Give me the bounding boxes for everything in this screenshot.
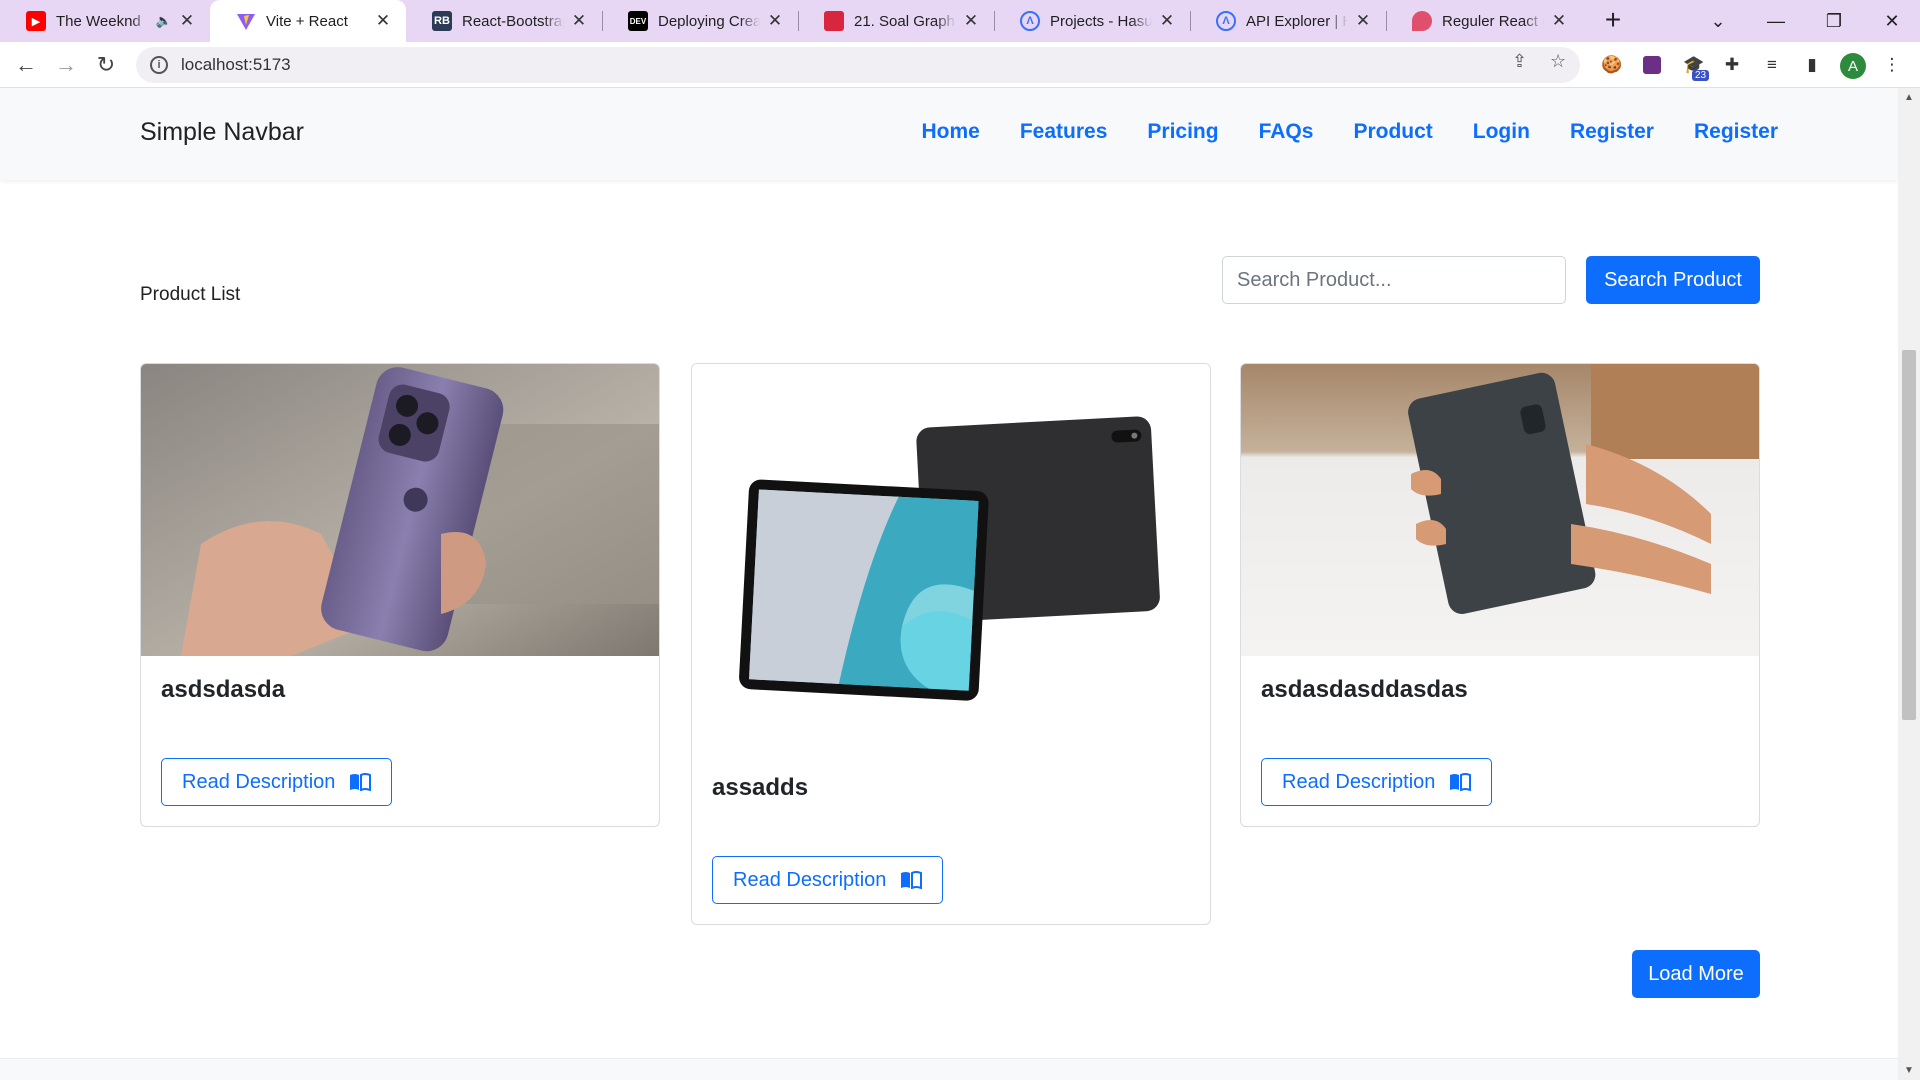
product-image-phone [141,364,659,656]
close-icon[interactable]: ✕ [570,11,588,31]
pin-icon [1412,11,1432,31]
profile-avatar[interactable]: A [1840,53,1866,79]
browser-toolbar: ← → ↻ i localhost:5173 ⇪ ☆ 🍪 🎓 23 ✚ ≡ ▮ … [0,42,1920,88]
vite-icon [236,11,256,31]
nav-link-pricing[interactable]: Pricing [1147,120,1218,144]
nav-link-register[interactable]: Register [1570,120,1654,144]
site-navbar: Simple Navbar Home Features Pricing FAQs… [0,88,1898,180]
close-icon[interactable]: ✕ [1158,11,1176,31]
minimize-button[interactable]: — [1748,0,1804,42]
search-product-button[interactable]: Search Product [1586,256,1760,304]
share-icon[interactable]: ⇪ [1512,51,1527,72]
nav-link-product[interactable]: Product [1353,120,1432,144]
speaker-muted-icon[interactable]: 🔈 [156,13,172,29]
youtube-icon: ▶ [26,11,46,31]
browser-tab-strip: ▶ The Weeknd 🔈 ✕ Vite + React ✕ RB React… [0,0,1920,42]
close-icon[interactable]: ✕ [766,11,784,31]
nav-link-faqs[interactable]: FAQs [1259,120,1314,144]
extension-icon[interactable] [1640,53,1664,77]
hasura-icon: Λ [1216,11,1236,31]
product-image-tablet [692,364,1210,754]
footer-band [0,1058,1898,1080]
browser-tab[interactable]: 21. Soal GraphQL ✕ [798,0,994,42]
nav-links: Home Features Pricing FAQs Product Login… [921,120,1778,144]
restore-button[interactable]: ❐ [1806,0,1862,42]
browser-tab[interactable]: DEV Deploying Create ✕ [602,0,798,42]
scroll-up-arrow-icon[interactable]: ▲ [1904,92,1914,103]
address-bar[interactable]: i localhost:5173 [136,47,1580,83]
close-icon[interactable]: ✕ [374,11,392,31]
page-viewport: Simple Navbar Home Features Pricing FAQs… [0,88,1898,1080]
product-card: asdasdasddasdas Read Description [1240,363,1760,827]
open-book-icon [1450,773,1472,791]
scrollbar-thumb[interactable] [1902,350,1916,720]
dev-icon: DEV [628,11,648,31]
product-title: asdsdasda [161,676,286,703]
nav-link-login[interactable]: Login [1473,120,1530,144]
browser-tab[interactable]: RB React-Bootstrap ✕ [406,0,602,42]
read-description-label: Read Description [733,868,887,891]
close-icon[interactable]: ✕ [962,11,980,31]
new-tab-button[interactable]: + [1598,6,1628,36]
browser-tab[interactable]: Reguler React (Ke ✕ [1386,0,1582,42]
tab-search-chevron-icon[interactable]: ⌄ [1690,0,1746,42]
close-icon[interactable]: ✕ [1354,11,1372,31]
side-panel-icon[interactable]: ▮ [1800,53,1824,77]
browser-tab-active[interactable]: Vite + React ✕ [210,0,406,42]
page-scrollbar[interactable]: ▲ ▼ [1898,88,1920,1080]
book-icon [824,11,844,31]
media-queue-icon[interactable]: ≡ [1760,53,1784,77]
close-icon[interactable]: ✕ [178,11,196,31]
close-icon[interactable]: ✕ [1550,11,1568,31]
navbar-brand[interactable]: Simple Navbar [140,118,304,147]
open-book-icon [901,871,923,889]
product-card: assadds Read Description [691,363,1211,925]
product-image-tablet-in-hands [1241,364,1759,656]
search-product-input[interactable] [1222,256,1566,304]
nav-link-register-2[interactable]: Register [1694,120,1778,144]
star-bookmark-icon[interactable]: ☆ [1550,51,1566,72]
read-description-button[interactable]: Read Description [712,856,944,904]
load-more-button[interactable]: Load More [1632,950,1760,998]
address-url[interactable]: localhost:5173 [181,55,291,75]
back-arrow-icon[interactable]: ← [12,51,40,79]
open-book-icon [350,773,372,791]
read-description-button[interactable]: Read Description [1261,758,1493,806]
read-description-button[interactable]: Read Description [161,758,393,806]
product-title: assadds [712,774,809,801]
kebab-menu-icon[interactable]: ⋮ [1880,53,1904,77]
extension-badge: 23 [1692,70,1710,81]
window-close-button[interactable]: ✕ [1864,0,1920,42]
product-list-heading: Product List [140,284,241,305]
cookie-extension-icon[interactable]: 🍪 [1600,53,1624,77]
puzzle-extensions-icon[interactable]: ✚ [1720,53,1744,77]
browser-tab[interactable]: ▶ The Weeknd 🔈 ✕ [0,0,210,42]
nav-link-home[interactable]: Home [921,120,979,144]
hasura-icon: Λ [1020,11,1040,31]
browser-tab[interactable]: Λ API Explorer | Has ✕ [1190,0,1386,42]
scroll-down-arrow-icon[interactable]: ▼ [1904,1065,1914,1076]
read-description-label: Read Description [182,770,336,793]
forward-arrow-icon[interactable]: → [52,51,80,79]
read-description-label: Read Description [1282,770,1436,793]
browser-tab[interactable]: Λ Projects - Hasura ✕ [994,0,1190,42]
nav-link-features[interactable]: Features [1020,120,1108,144]
reload-icon[interactable]: ↻ [92,51,120,79]
product-title: asdasdasddasdas [1261,676,1468,703]
product-card: asdsdasda Read Description [140,363,660,827]
react-bootstrap-icon: RB [432,11,452,31]
site-info-icon[interactable]: i [150,56,168,74]
